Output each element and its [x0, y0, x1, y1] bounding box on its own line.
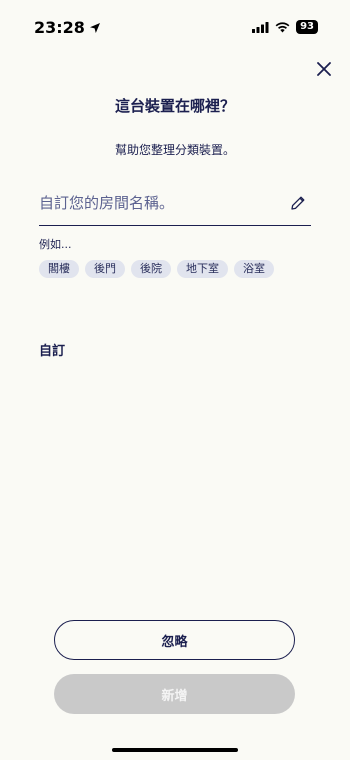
location-arrow-icon	[89, 22, 100, 33]
status-bar: 23:28 93	[0, 0, 350, 56]
status-icons: 93	[252, 20, 318, 34]
chip-basement[interactable]: 地下室	[177, 260, 228, 278]
example-chips: 閣樓 後門 後院 地下室 浴室	[39, 260, 319, 278]
pencil-icon[interactable]	[289, 194, 307, 212]
page-title: 這台裝置在哪裡？	[114, 97, 235, 115]
close-button[interactable]	[312, 57, 336, 81]
time-text: 23:28	[34, 18, 85, 37]
page-subtitle: 幫助您整理分類裝置。	[114, 143, 235, 157]
chip-backyard[interactable]: 後院	[131, 260, 171, 278]
home-indicator	[112, 748, 238, 752]
chip-back-door[interactable]: 後門	[85, 260, 125, 278]
wifi-icon	[275, 21, 290, 32]
chip-bathroom[interactable]: 浴室	[234, 260, 274, 278]
chip-attic[interactable]: 閣樓	[39, 260, 79, 278]
close-icon	[317, 62, 331, 76]
examples-label: 例如...	[39, 238, 72, 251]
cellular-signal-icon	[252, 21, 269, 33]
room-name-input[interactable]	[39, 188, 279, 218]
room-name-field	[39, 188, 311, 226]
battery-icon: 93	[296, 20, 318, 34]
add-button[interactable]: 新增	[54, 674, 295, 714]
custom-section-label: 自訂	[39, 344, 66, 359]
skip-button[interactable]: 忽略	[54, 620, 295, 660]
status-time: 23:28	[34, 18, 101, 37]
